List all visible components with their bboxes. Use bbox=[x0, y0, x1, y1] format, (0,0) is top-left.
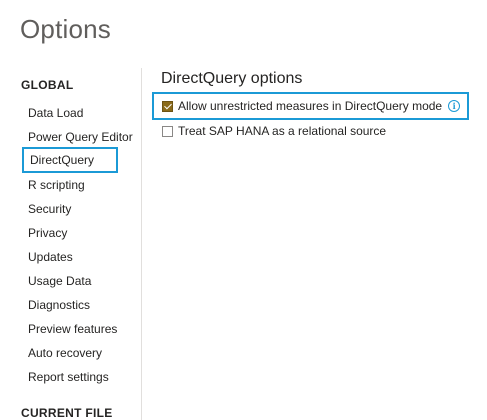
current-file-section-header: CURRENT FILE bbox=[21, 406, 113, 420]
option-treat-sap-hana-relational[interactable]: Treat SAP HANA as a relational source bbox=[162, 124, 386, 138]
allow-unrestricted-measures-checkbox[interactable] bbox=[162, 100, 173, 112]
sidebar: GLOBAL Data Load Power Query Editor Dire… bbox=[0, 0, 141, 420]
sidebar-item-data-load[interactable]: Data Load bbox=[28, 106, 83, 120]
treat-sap-hana-label[interactable]: Treat SAP HANA as a relational source bbox=[178, 124, 386, 138]
section-title: DirectQuery options bbox=[161, 70, 303, 87]
sidebar-item-privacy[interactable]: Privacy bbox=[28, 226, 67, 240]
treat-sap-hana-checkbox[interactable] bbox=[162, 125, 173, 137]
option-allow-unrestricted-measures[interactable]: Allow unrestricted measures in DirectQue… bbox=[152, 92, 469, 120]
sidebar-item-usage-data[interactable]: Usage Data bbox=[28, 274, 91, 288]
sidebar-item-security[interactable]: Security bbox=[28, 202, 71, 216]
global-section-header: GLOBAL bbox=[21, 78, 74, 92]
sidebar-item-preview-features[interactable]: Preview features bbox=[28, 322, 117, 336]
sidebar-item-report-settings[interactable]: Report settings bbox=[28, 370, 109, 384]
sidebar-item-r-scripting[interactable]: R scripting bbox=[28, 178, 85, 192]
allow-unrestricted-measures-label[interactable]: Allow unrestricted measures in DirectQue… bbox=[178, 99, 442, 113]
sidebar-item-diagnostics[interactable]: Diagnostics bbox=[28, 298, 90, 312]
sidebar-item-power-query-editor[interactable]: Power Query Editor bbox=[28, 130, 133, 144]
options-dialog: Options GLOBAL Data Load Power Query Edi… bbox=[0, 0, 487, 420]
sidebar-item-updates[interactable]: Updates bbox=[28, 250, 73, 264]
sidebar-divider bbox=[141, 68, 142, 420]
sidebar-item-auto-recovery[interactable]: Auto recovery bbox=[28, 346, 102, 360]
info-icon[interactable]: i bbox=[448, 100, 461, 112]
sidebar-item-directquery[interactable]: DirectQuery bbox=[22, 147, 118, 173]
